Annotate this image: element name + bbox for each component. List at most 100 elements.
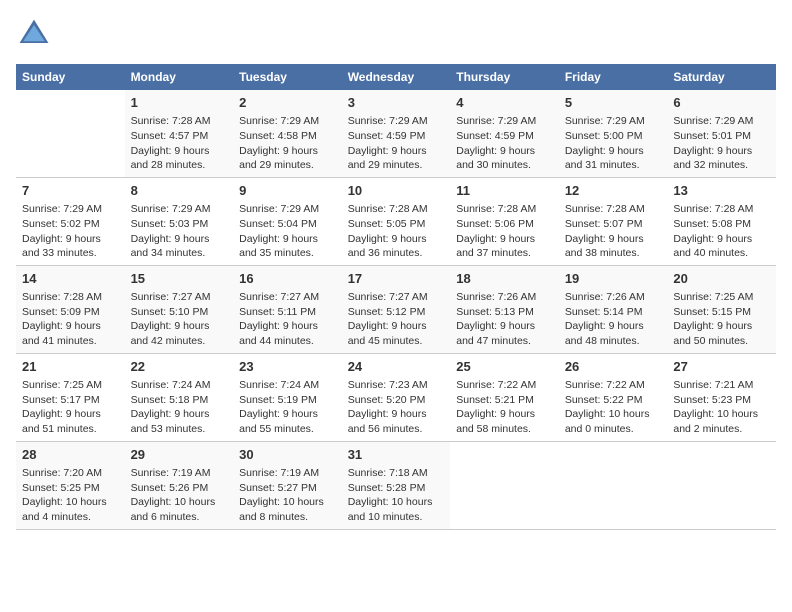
- calendar-cell: 14Sunrise: 7:28 AMSunset: 5:09 PMDayligh…: [16, 265, 125, 353]
- day-info: Sunrise: 7:22 AMSunset: 5:22 PMDaylight:…: [565, 378, 662, 437]
- day-number: 26: [565, 358, 662, 376]
- day-number: 1: [131, 94, 228, 112]
- header-day-friday: Friday: [559, 64, 668, 90]
- day-number: 10: [348, 182, 445, 200]
- day-info: Sunrise: 7:29 AMSunset: 5:00 PMDaylight:…: [565, 114, 662, 173]
- calendar-cell: 13 Sunrise: 7:28 AMSunset: 5:08 PMDayligh…: [667, 177, 776, 265]
- day-number: 21: [22, 358, 119, 376]
- day-info: Sunrise: 7:29 AMSunset: 5:03 PMDaylight:…: [131, 202, 228, 261]
- calendar-cell: 20Sunrise: 7:25 AMSunset: 5:15 PMDayligh…: [667, 265, 776, 353]
- day-number: 6: [673, 94, 770, 112]
- day-number: 31: [348, 446, 445, 464]
- day-number: 12: [565, 182, 662, 200]
- week-row-2: 7 Sunrise: 7:29 AMSunset: 5:02 PMDaylight…: [16, 177, 776, 265]
- calendar-cell: 28 Sunrise: 7:20 AMSunset: 5:25 PMDayligh…: [16, 441, 125, 529]
- day-number: 2: [239, 94, 336, 112]
- calendar-cell: 29 Sunrise: 7:19 AMSunset: 5:26 PMDayligh…: [125, 441, 234, 529]
- day-info: Sunrise: 7:24 AMSunset: 5:19 PMDaylight:…: [239, 378, 336, 437]
- day-info: Sunrise: 7:26 AMSunset: 5:13 PMDaylight:…: [456, 290, 553, 349]
- calendar-cell: [559, 441, 668, 529]
- calendar-cell: 2 Sunrise: 7:29 AMSunset: 4:58 PMDaylight…: [233, 90, 342, 177]
- calendar-cell: 5 Sunrise: 7:29 AMSunset: 5:00 PMDaylight…: [559, 90, 668, 177]
- calendar-cell: 12Sunrise: 7:28 AMSunset: 5:07 PMDayligh…: [559, 177, 668, 265]
- calendar-cell: 26 Sunrise: 7:22 AMSunset: 5:22 PMDayligh…: [559, 353, 668, 441]
- calendar-cell: 15 Sunrise: 7:27 AMSunset: 5:10 PMDayligh…: [125, 265, 234, 353]
- day-number: 23: [239, 358, 336, 376]
- day-info: Sunrise: 7:28 AMSunset: 4:57 PMDaylight:…: [131, 114, 228, 173]
- header-day-thursday: Thursday: [450, 64, 559, 90]
- day-info: Sunrise: 7:18 AMSunset: 5:28 PMDaylight:…: [348, 466, 445, 525]
- header-day-tuesday: Tuesday: [233, 64, 342, 90]
- header-day-sunday: Sunday: [16, 64, 125, 90]
- calendar-cell: 8 Sunrise: 7:29 AMSunset: 5:03 PMDaylight…: [125, 177, 234, 265]
- day-number: 30: [239, 446, 336, 464]
- header-day-wednesday: Wednesday: [342, 64, 451, 90]
- calendar-cell: 6 Sunrise: 7:29 AMSunset: 5:01 PMDaylight…: [667, 90, 776, 177]
- calendar-cell: 18Sunrise: 7:26 AMSunset: 5:13 PMDayligh…: [450, 265, 559, 353]
- day-number: 29: [131, 446, 228, 464]
- day-info: Sunrise: 7:26 AMSunset: 5:14 PMDaylight:…: [565, 290, 662, 349]
- page-header: [16, 16, 776, 52]
- day-number: 9: [239, 182, 336, 200]
- day-info: Sunrise: 7:28 AMSunset: 5:08 PMDaylight:…: [673, 202, 770, 261]
- week-row-4: 21 Sunrise: 7:25 AMSunset: 5:17 PMDayligh…: [16, 353, 776, 441]
- logo: [16, 16, 56, 52]
- day-info: Sunrise: 7:24 AMSunset: 5:18 PMDaylight:…: [131, 378, 228, 437]
- day-info: Sunrise: 7:27 AMSunset: 5:11 PMDaylight:…: [239, 290, 336, 349]
- calendar-cell: [16, 90, 125, 177]
- day-info: Sunrise: 7:21 AMSunset: 5:23 PMDaylight:…: [673, 378, 770, 437]
- calendar-cell: [667, 441, 776, 529]
- day-info: Sunrise: 7:29 AMSunset: 5:01 PMDaylight:…: [673, 114, 770, 173]
- week-row-3: 14Sunrise: 7:28 AMSunset: 5:09 PMDayligh…: [16, 265, 776, 353]
- calendar-cell: 21 Sunrise: 7:25 AMSunset: 5:17 PMDayligh…: [16, 353, 125, 441]
- day-info: Sunrise: 7:28 AMSunset: 5:05 PMDaylight:…: [348, 202, 445, 261]
- week-row-1: 1 Sunrise: 7:28 AMSunset: 4:57 PMDaylight…: [16, 90, 776, 177]
- calendar-cell: [450, 441, 559, 529]
- day-info: Sunrise: 7:29 AMSunset: 5:04 PMDaylight:…: [239, 202, 336, 261]
- day-info: Sunrise: 7:27 AMSunset: 5:12 PMDaylight:…: [348, 290, 445, 349]
- calendar-cell: 10 Sunrise: 7:28 AMSunset: 5:05 PMDayligh…: [342, 177, 451, 265]
- day-number: 15: [131, 270, 228, 288]
- calendar-cell: 23 Sunrise: 7:24 AMSunset: 5:19 PMDayligh…: [233, 353, 342, 441]
- calendar-cell: 30 Sunrise: 7:19 AMSunset: 5:27 PMDayligh…: [233, 441, 342, 529]
- header-row: SundayMondayTuesdayWednesdayThursdayFrid…: [16, 64, 776, 90]
- day-number: 5: [565, 94, 662, 112]
- day-info: Sunrise: 7:19 AMSunset: 5:27 PMDaylight:…: [239, 466, 336, 525]
- day-number: 17: [348, 270, 445, 288]
- header-day-monday: Monday: [125, 64, 234, 90]
- header-day-saturday: Saturday: [667, 64, 776, 90]
- calendar-cell: 16 Sunrise: 7:27 AMSunset: 5:11 PMDayligh…: [233, 265, 342, 353]
- day-number: 19: [565, 270, 662, 288]
- calendar-cell: 27 Sunrise: 7:21 AMSunset: 5:23 PMDayligh…: [667, 353, 776, 441]
- day-info: Sunrise: 7:28 AMSunset: 5:06 PMDaylight:…: [456, 202, 553, 261]
- day-number: 24: [348, 358, 445, 376]
- day-info: Sunrise: 7:29 AMSunset: 4:59 PMDaylight:…: [348, 114, 445, 173]
- day-number: 8: [131, 182, 228, 200]
- day-number: 13: [673, 182, 770, 200]
- calendar-cell: 24Sunrise: 7:23 AMSunset: 5:20 PMDayligh…: [342, 353, 451, 441]
- day-number: 22: [131, 358, 228, 376]
- day-number: 11: [456, 182, 553, 200]
- calendar-cell: 17 Sunrise: 7:27 AMSunset: 5:12 PMDayligh…: [342, 265, 451, 353]
- week-row-5: 28 Sunrise: 7:20 AMSunset: 5:25 PMDayligh…: [16, 441, 776, 529]
- calendar-cell: 3 Sunrise: 7:29 AMSunset: 4:59 PMDaylight…: [342, 90, 451, 177]
- day-number: 16: [239, 270, 336, 288]
- day-number: 27: [673, 358, 770, 376]
- day-info: Sunrise: 7:20 AMSunset: 5:25 PMDaylight:…: [22, 466, 119, 525]
- day-number: 7: [22, 182, 119, 200]
- day-info: Sunrise: 7:29 AMSunset: 5:02 PMDaylight:…: [22, 202, 119, 261]
- day-number: 28: [22, 446, 119, 464]
- day-info: Sunrise: 7:29 AMSunset: 4:58 PMDaylight:…: [239, 114, 336, 173]
- calendar-cell: 11 Sunrise: 7:28 AMSunset: 5:06 PMDayligh…: [450, 177, 559, 265]
- calendar-cell: 25Sunrise: 7:22 AMSunset: 5:21 PMDayligh…: [450, 353, 559, 441]
- day-info: Sunrise: 7:25 AMSunset: 5:17 PMDaylight:…: [22, 378, 119, 437]
- day-info: Sunrise: 7:19 AMSunset: 5:26 PMDaylight:…: [131, 466, 228, 525]
- logo-icon: [16, 16, 52, 52]
- day-info: Sunrise: 7:28 AMSunset: 5:09 PMDaylight:…: [22, 290, 119, 349]
- calendar-cell: 22 Sunrise: 7:24 AMSunset: 5:18 PMDayligh…: [125, 353, 234, 441]
- day-number: 3: [348, 94, 445, 112]
- day-info: Sunrise: 7:27 AMSunset: 5:10 PMDaylight:…: [131, 290, 228, 349]
- calendar-cell: 1 Sunrise: 7:28 AMSunset: 4:57 PMDaylight…: [125, 90, 234, 177]
- calendar-cell: 4Sunrise: 7:29 AMSunset: 4:59 PMDaylight…: [450, 90, 559, 177]
- calendar-cell: 31 Sunrise: 7:18 AMSunset: 5:28 PMDayligh…: [342, 441, 451, 529]
